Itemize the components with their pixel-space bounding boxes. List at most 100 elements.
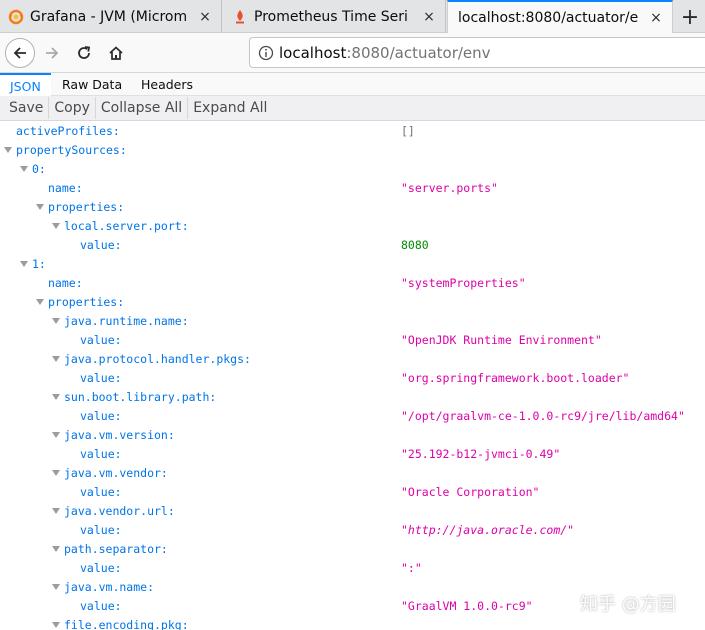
expand-twisty-icon[interactable] [52, 432, 60, 438]
tab-title: localhost:8080/actuator/e [458, 10, 639, 26]
json-tree-row[interactable]: java.vm.version: [0, 426, 705, 445]
expand-twisty-icon[interactable] [36, 299, 44, 305]
json-key: java.vm.version: [64, 428, 175, 442]
json-tree-row: value: "Oracle Corporation" [0, 483, 705, 502]
url-bar[interactable]: localhost :8080/actuator/env [249, 37, 705, 68]
json-key: value: [80, 485, 122, 499]
json-tree-row: value: "OpenJDK Runtime Environment" [0, 331, 705, 350]
arrow-right-icon [46, 47, 59, 59]
json-value: ":" [401, 561, 422, 575]
arrow-left-icon [13, 47, 26, 59]
json-key: 1: [32, 257, 46, 271]
close-icon[interactable]: × [195, 7, 215, 27]
json-key: value: [80, 523, 122, 537]
expand-twisty-icon[interactable] [52, 584, 60, 590]
json-tree-row: value: ":" [0, 559, 705, 578]
expand-twisty-icon[interactable] [52, 622, 60, 628]
json-key: activeProfiles: [16, 124, 120, 138]
json-value: "server.ports" [401, 181, 498, 195]
json-key: java.vm.name: [64, 580, 155, 594]
json-key: path.separator: [64, 542, 168, 556]
expand-twisty-icon[interactable] [52, 394, 60, 400]
json-value: "OpenJDK Runtime Environment" [401, 333, 602, 347]
json-key: value: [80, 371, 122, 385]
json-key: value: [80, 599, 122, 613]
tab-title: Grafana - JVM (Microm [30, 8, 188, 25]
json-key: java.vm.vendor: [64, 466, 168, 480]
forward-button[interactable] [37, 38, 67, 68]
json-tree-row[interactable]: path.separator: [0, 540, 705, 559]
collapse-all-button[interactable]: Collapse All [96, 97, 189, 119]
tab-json[interactable]: JSON [0, 73, 51, 97]
url-host: localhost [279, 43, 347, 62]
prometheus-icon [232, 9, 248, 25]
json-value: "systemProperties" [401, 276, 526, 290]
home-button[interactable] [101, 38, 131, 68]
reload-button[interactable] [69, 38, 99, 68]
home-icon [109, 46, 123, 60]
tab-headers[interactable]: Headers [131, 73, 203, 96]
grafana-icon [8, 8, 24, 25]
json-value: "Oracle Corporation" [401, 485, 540, 499]
json-key: java.vendor.url: [64, 504, 175, 518]
json-value: [] [401, 124, 415, 138]
json-tree-row: value: "org.springframework.boot.loader" [0, 369, 705, 388]
browser-tab-strip: Grafana - JVM (Microm × Prometheus Time … [0, 0, 705, 34]
json-tree-row[interactable]: local.server.port: [0, 217, 705, 236]
save-button[interactable]: Save [4, 97, 50, 119]
expand-twisty-icon[interactable] [52, 318, 60, 324]
json-value: "GraalVM 1.0.0-rc9" [401, 599, 533, 613]
json-tree-row[interactable]: 0: [0, 160, 705, 179]
json-viewer-tabs: JSON Raw Data Headers [0, 73, 705, 97]
watermark: 知乎 @方园 [580, 594, 676, 615]
json-value: "org.springframework.boot.loader" [401, 371, 630, 385]
json-key: value: [80, 333, 122, 347]
json-value: "/opt/graalvm-ce-1.0.0-rc9/jre/lib/amd64… [401, 409, 685, 423]
tab-raw-data[interactable]: Raw Data [52, 73, 132, 96]
json-tree-row[interactable]: java.vm.vendor: [0, 464, 705, 483]
expand-twisty-icon[interactable] [20, 261, 28, 267]
json-key: java.runtime.name: [64, 314, 189, 328]
back-button[interactable] [5, 38, 35, 68]
json-tree-row: name: "server.ports" [0, 179, 705, 198]
json-tree-row[interactable]: java.runtime.name: [0, 312, 705, 331]
close-icon[interactable]: × [646, 8, 666, 28]
close-icon[interactable]: × [419, 7, 439, 27]
expand-all-button[interactable]: Expand All [188, 97, 272, 119]
json-tree-row[interactable]: java.protocol.handler.pkgs: [0, 350, 705, 369]
json-tree-row: value: 8080 [0, 236, 705, 255]
expand-twisty-icon[interactable] [20, 166, 28, 172]
expand-twisty-icon[interactable] [52, 546, 60, 552]
expand-twisty-icon[interactable] [52, 356, 60, 362]
json-tree-row[interactable]: java.vendor.url: [0, 502, 705, 521]
json-tree-row[interactable]: sun.boot.library.path: [0, 388, 705, 407]
json-key: name: [48, 276, 83, 290]
expand-twisty-icon[interactable] [52, 470, 60, 476]
json-tree-row[interactable]: properties: [0, 293, 705, 312]
expand-twisty-icon[interactable] [4, 147, 12, 153]
json-tree-row[interactable]: 1: [0, 255, 705, 274]
new-tab-button[interactable]: + [676, 3, 704, 31]
json-tree-row: value: "25.192-b12-jvmci-0.49" [0, 445, 705, 464]
reload-icon [78, 46, 91, 59]
json-key: value: [80, 561, 122, 575]
json-key: value: [80, 447, 122, 461]
url-path: :8080/actuator/env [346, 43, 491, 62]
json-tree-row[interactable]: propertySources: [0, 141, 705, 160]
tab-localhost-actuator[interactable]: localhost:8080/actuator/e × [447, 0, 673, 34]
tab-prometheus[interactable]: Prometheus Time Seri × [224, 0, 446, 33]
json-value: 8080 [401, 238, 429, 252]
copy-button[interactable]: Copy [49, 97, 96, 119]
expand-twisty-icon[interactable] [36, 204, 44, 210]
expand-twisty-icon[interactable] [52, 508, 60, 514]
info-icon[interactable] [253, 38, 279, 67]
json-key: name: [48, 181, 83, 195]
tab-grafana[interactable]: Grafana - JVM (Microm × [0, 0, 222, 33]
json-key: local.server.port: [64, 219, 189, 233]
json-tree-row[interactable]: properties: [0, 198, 705, 217]
json-key: 0: [32, 162, 46, 176]
json-tree-row[interactable]: file.encoding.pkg: [0, 616, 705, 630]
json-tree-row: value: "http://java.oracle.com/" [0, 521, 705, 540]
expand-twisty-icon[interactable] [52, 223, 60, 229]
json-key: propertySources: [16, 143, 127, 157]
